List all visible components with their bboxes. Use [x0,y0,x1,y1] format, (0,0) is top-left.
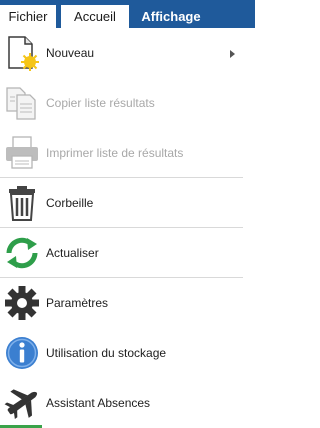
menu-item-label: Actualiser [46,246,99,260]
menu-item-corbeille[interactable]: Corbeille [0,178,255,228]
printer-icon [6,136,38,169]
menu-item-label: Paramètres [46,296,109,310]
tab-accueil[interactable]: Accueil [61,5,129,28]
trash-icon [9,186,35,221]
ribbon-tab-bar: Fichier Accueil Affichage [0,0,255,28]
info-icon [6,337,38,369]
submenu-arrow-icon [230,50,235,58]
new-document-icon [8,36,39,71]
refresh-icon [6,237,38,269]
menu-item-copier[interactable]: Copier liste résultats [0,78,255,128]
menu-item-label: Assistant Absences [46,396,151,410]
menu-item-nouveau[interactable]: Nouveau [0,28,255,78]
menu-item-imprimer[interactable]: Imprimer liste de résultats [0,128,255,178]
menu-item-absences[interactable]: Assistant Absences [0,378,255,428]
menu-item-label: Corbeille [46,196,94,210]
menu-item-label: Copier liste résultats [46,96,155,110]
menu-item-parametres[interactable]: Paramètres [0,278,255,328]
menu-item-label: Utilisation du stockage [46,346,167,360]
copy-icon [6,87,36,120]
tab-fichier[interactable]: Fichier [0,5,56,28]
airplane-icon [4,389,38,419]
menu-item-stockage[interactable]: Utilisation du stockage [0,328,255,378]
menu-item-label: Imprimer liste de résultats [46,146,184,160]
tab-affichage[interactable]: Affichage [131,5,211,28]
menu-item-label: Nouveau [46,46,95,60]
menu-item-actualiser[interactable]: Actualiser [0,228,255,278]
gear-icon [5,286,39,320]
